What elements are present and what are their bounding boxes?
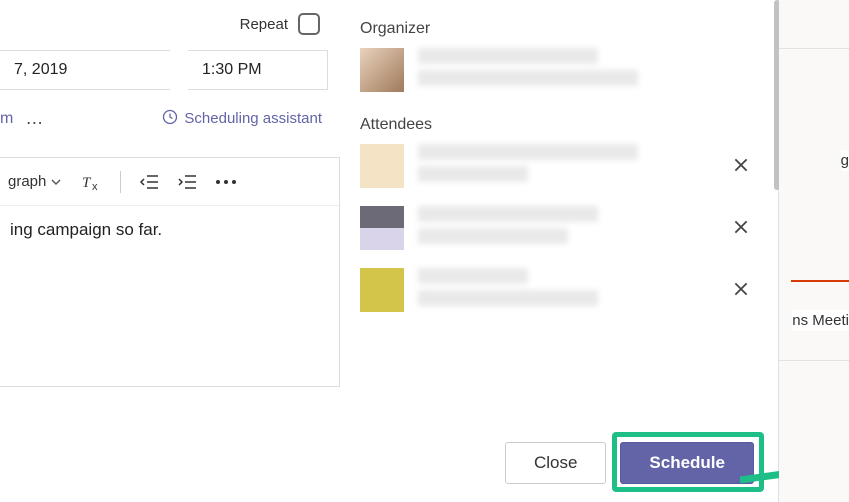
redacted-email — [418, 166, 528, 182]
redacted-email — [418, 228, 568, 244]
close-button[interactable]: Close — [505, 442, 606, 484]
end-date-field[interactable]: 7, 2019 — [0, 50, 170, 90]
meeting-form-left: Repeat 7, 2019 1:30 PM m … Scheduling as… — [0, 0, 340, 502]
attendee-row — [360, 268, 768, 312]
schedule-button[interactable]: Schedule — [620, 442, 754, 484]
attendee-row — [360, 144, 768, 188]
end-time-field[interactable]: 1:30 PM — [188, 50, 328, 90]
end-date-value: 7, 2019 — [14, 61, 67, 79]
calendar-gridline — [779, 48, 849, 49]
scheduling-assistant-link[interactable]: Scheduling assistant — [162, 109, 322, 129]
avatar — [360, 206, 404, 250]
message-editor: graph Tx ing campaign so far. — [0, 157, 340, 387]
paragraph-style-dropdown[interactable]: graph — [8, 173, 62, 190]
repeat-label: Repeat — [240, 16, 288, 33]
paragraph-dropdown-label: graph — [8, 173, 46, 190]
close-button-label: Close — [534, 453, 577, 473]
redacted-email — [418, 290, 598, 306]
editor-toolbar: graph Tx — [0, 158, 339, 206]
calendar-gridline — [779, 360, 849, 361]
more-options-button[interactable] — [215, 179, 237, 185]
calendar-event-fragment: g — [841, 150, 849, 171]
redacted-email — [418, 70, 638, 86]
calendar-now-indicator — [791, 280, 849, 282]
dialog-footer: Close Schedule — [505, 442, 754, 484]
clock-icon — [162, 109, 178, 129]
remove-attendee-button[interactable] — [732, 218, 750, 236]
room-options-ellipsis[interactable]: … — [25, 108, 43, 129]
end-time-value: 1:30 PM — [202, 61, 262, 79]
schedule-button-label: Schedule — [649, 453, 725, 473]
organizer-section-label: Organizer — [360, 20, 768, 38]
svg-text:x: x — [92, 181, 98, 192]
scheduling-assistant-label: Scheduling assistant — [184, 110, 322, 127]
clear-formatting-button[interactable]: Tx — [80, 172, 102, 192]
calendar-event-fragment: ns Meeti — [792, 310, 849, 331]
remove-attendee-button[interactable] — [732, 280, 750, 298]
organizer-row — [360, 48, 768, 92]
background-calendar: g ns Meeti — [779, 0, 849, 502]
attendees-section-label: Attendees — [360, 116, 768, 134]
redacted-name — [418, 206, 598, 222]
remove-attendee-button[interactable] — [732, 156, 750, 174]
redacted-name — [418, 144, 638, 160]
attendee-row — [360, 206, 768, 250]
redacted-name — [418, 48, 598, 64]
indent-button[interactable] — [177, 174, 197, 190]
avatar — [360, 48, 404, 92]
svg-text:T: T — [82, 175, 92, 191]
message-body-text: ing campaign so far. — [10, 220, 162, 239]
avatar — [360, 268, 404, 312]
avatar — [360, 144, 404, 188]
room-link-fragment[interactable]: m — [0, 110, 13, 128]
message-body[interactable]: ing campaign so far. — [0, 206, 339, 254]
toolbar-divider — [120, 171, 121, 193]
outdent-button[interactable] — [139, 174, 159, 190]
repeat-checkbox[interactable] — [298, 13, 320, 35]
chevron-down-icon — [50, 176, 62, 188]
people-panel: Organizer Attendees — [340, 0, 779, 502]
redacted-name — [418, 268, 528, 284]
